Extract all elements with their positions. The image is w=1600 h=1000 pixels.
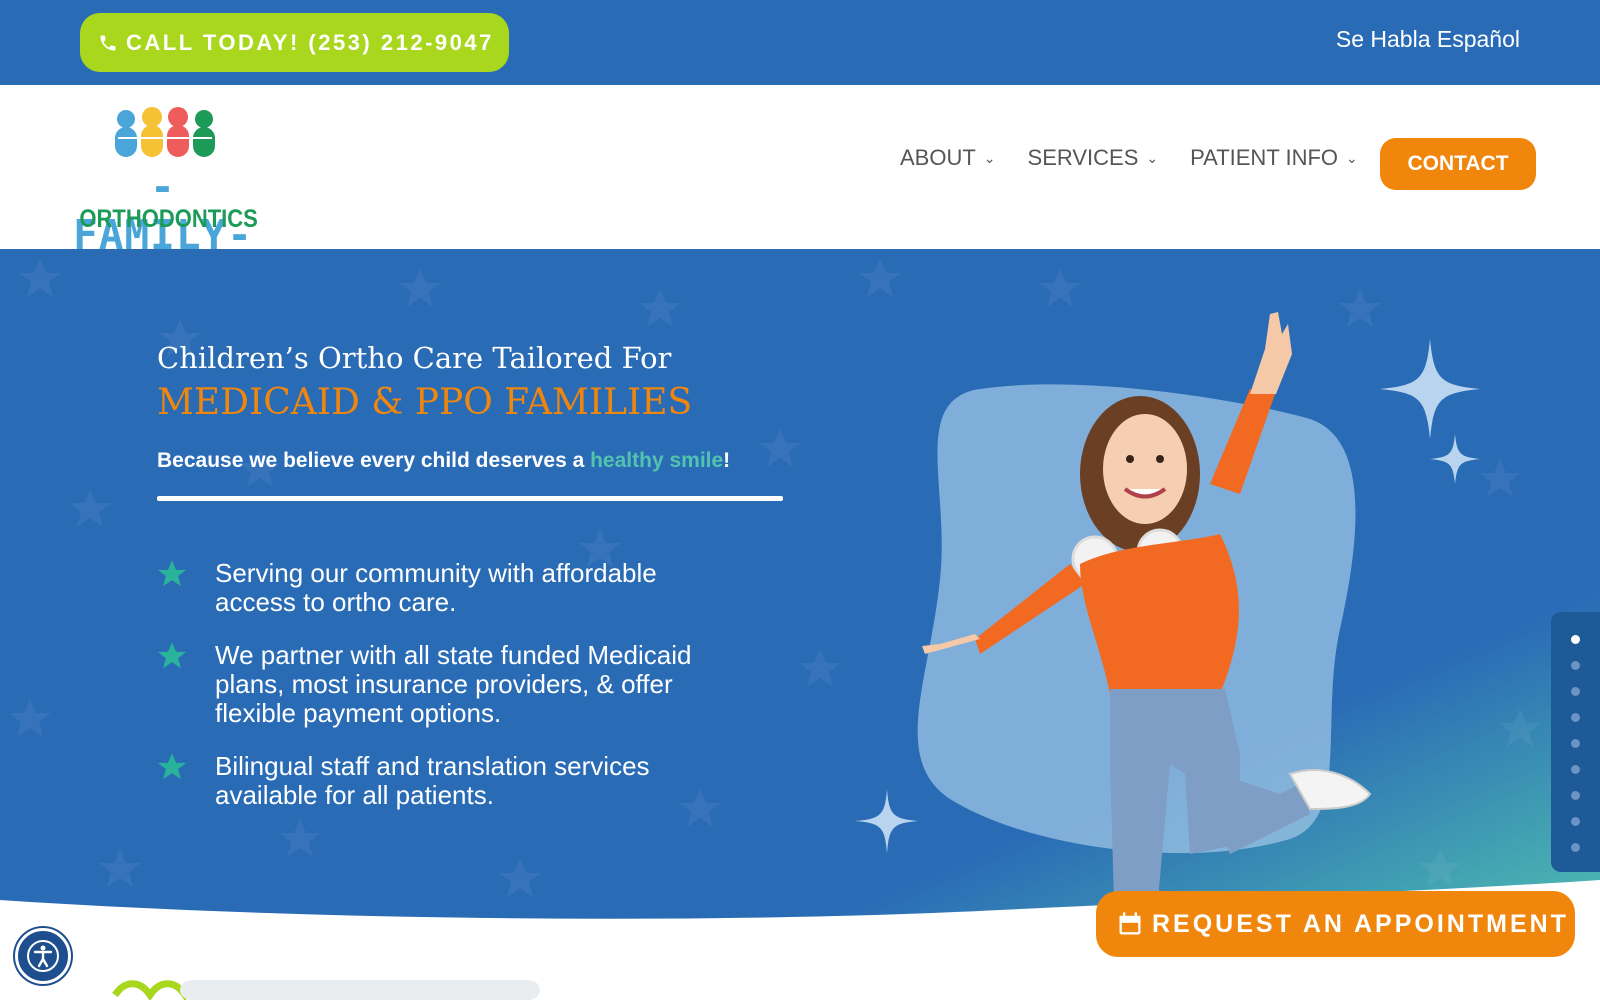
slider-dot[interactable] [1571, 713, 1580, 722]
list-item: Bilingual staff and translation services… [157, 752, 717, 810]
nav-item-label: PATIENT INFO [1190, 145, 1339, 170]
family-orthodontics-logo[interactable]: -FAMILY- ORTHODONTICS [68, 105, 258, 259]
hero-tagline: Because we believe every child deserves … [157, 449, 730, 473]
nav-item-label: ABOUT [900, 145, 976, 170]
slider-dot[interactable] [1571, 739, 1580, 748]
star-icon [157, 642, 187, 669]
bullet-text: Bilingual staff and translation services… [215, 751, 650, 810]
slider-pagination [1551, 612, 1600, 872]
chevron-down-icon: ⌄ [983, 149, 996, 166]
accessibility-button[interactable] [15, 928, 71, 984]
request-appointment-button[interactable]: REQUEST AN APPOINTMENT [1096, 891, 1575, 957]
chevron-down-icon: ⌄ [1346, 149, 1358, 166]
hero-bullet-list: Serving our community with affordable ac… [157, 559, 717, 834]
logo-figures-icon [115, 107, 215, 157]
slider-dot[interactable] [1571, 843, 1580, 852]
next-section-preview [112, 980, 540, 1000]
call-today-button[interactable]: CALL TODAY! (253) 212-9047 [80, 13, 509, 72]
top-bar: CALL TODAY! (253) 212-9047 Se Habla Espa… [0, 0, 1600, 85]
chevron-down-icon: ⌄ [1146, 149, 1159, 166]
call-today-label: CALL TODAY! (253) 212-9047 [126, 29, 494, 55]
slider-dot[interactable] [1571, 765, 1580, 774]
nav-item-services[interactable]: SERVICES ⌄ [1028, 145, 1159, 171]
slider-dot[interactable] [1571, 635, 1580, 644]
nav-item-patient-info[interactable]: PATIENT INFO ⌄ [1190, 145, 1358, 171]
sparkle-icon [855, 789, 919, 853]
hero-section: Children’s Ortho Care Tailored For MEDIC… [0, 249, 1600, 929]
hero-title: Children’s Ortho Care Tailored For [157, 341, 672, 375]
hero-divider [157, 496, 783, 501]
tagline-highlight: healthy smile [590, 449, 724, 472]
logo-text-orthodontics: ORTHODONTICS [79, 205, 258, 233]
site-header: -FAMILY- ORTHODONTICS ABOUT ⌄ SERVICES ⌄… [0, 85, 1600, 259]
accessibility-icon [27, 940, 59, 972]
slider-dot[interactable] [1571, 661, 1580, 670]
list-item: We partner with all state funded Medicai… [157, 641, 717, 728]
tagline-end: ! [723, 449, 731, 472]
main-nav: ABOUT ⌄ SERVICES ⌄ PATIENT INFO ⌄ [900, 145, 1390, 171]
nav-item-about[interactable]: ABOUT ⌄ [900, 145, 996, 171]
list-item: Serving our community with affordable ac… [157, 559, 717, 617]
hero-subtitle: MEDICAID & PPO FAMILIES [157, 382, 693, 423]
tagline-text: Because we believe every child deserves … [157, 449, 591, 472]
request-appointment-label: REQUEST AN APPOINTMENT [1152, 909, 1569, 938]
nav-item-label: SERVICES [1027, 145, 1139, 170]
star-icon [157, 753, 187, 780]
phone-icon [100, 35, 116, 50]
slider-dot[interactable] [1571, 687, 1580, 696]
contact-button[interactable]: CONTACT [1380, 138, 1536, 190]
slider-dot[interactable] [1571, 817, 1580, 826]
calendar-icon [1119, 912, 1141, 935]
slider-dot[interactable] [1571, 791, 1580, 800]
hero-child-image [922, 312, 1372, 929]
se-habla-espanol-link[interactable]: Se Habla Español [1336, 26, 1520, 53]
bullet-text: We partner with all state funded Medicai… [215, 640, 692, 728]
star-icon [157, 560, 187, 587]
bullet-text: Serving our community with affordable ac… [215, 558, 657, 617]
